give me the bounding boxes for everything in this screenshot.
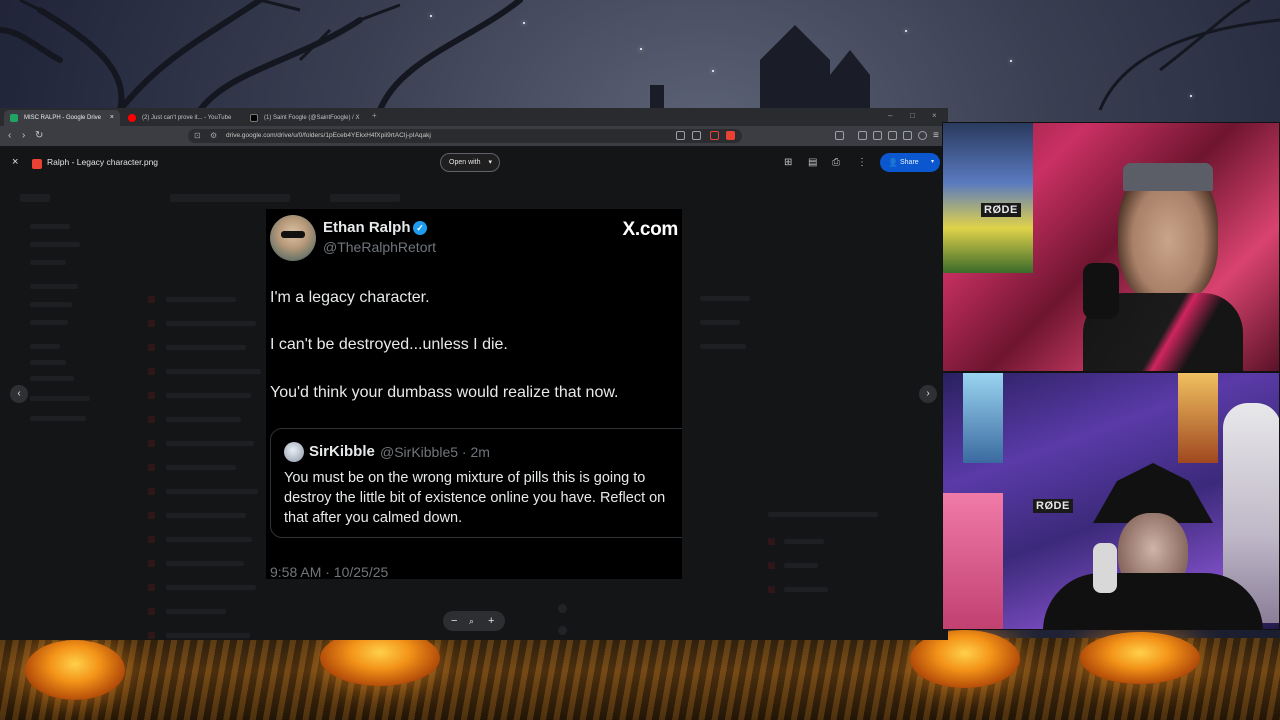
maximize-icon[interactable]: □: [910, 111, 915, 120]
star-icon: [905, 30, 907, 32]
menu-icon[interactable]: ≡: [933, 130, 939, 142]
share-label: Share: [900, 159, 919, 166]
author-avatar: [270, 215, 316, 261]
stream-scene: MISC RALPH - Google Drive × (2) Just can…: [0, 0, 1280, 720]
address-bar[interactable]: ⊡ ⚙ drive.google.com/drive/u/0/folders/1…: [188, 129, 742, 143]
chevron-down-icon: ▾: [488, 159, 492, 166]
quoted-author-name: SirKibble: [309, 443, 375, 460]
quoted-author-meta: @SirKibble5 · 2m: [380, 444, 490, 460]
share-page-icon[interactable]: [692, 131, 701, 140]
quoted-tweet-text: You must be on the wrong mixture of pill…: [284, 470, 666, 526]
bookmark-icon[interactable]: ⊡: [194, 129, 201, 143]
x-icon: [250, 114, 258, 122]
mic-brand-label: RØDE: [981, 203, 1021, 217]
open-with-button[interactable]: Open with ▾: [440, 153, 500, 172]
print-icon[interactable]: ⎙: [832, 157, 840, 169]
share-button[interactable]: 👤 Share ▾: [880, 153, 940, 172]
brave-icon[interactable]: [726, 131, 735, 140]
close-window-icon[interactable]: ×: [932, 111, 937, 120]
sidebar-icon[interactable]: [873, 131, 882, 140]
star-icon: [1010, 60, 1012, 62]
x-logo: X.com: [622, 219, 678, 240]
add-shortcut-icon[interactable]: ⊞: [784, 157, 792, 169]
open-with-label: Open with: [449, 159, 481, 166]
microphone: [1083, 263, 1119, 319]
reload-icon[interactable]: ↻: [35, 130, 43, 142]
screen-icon[interactable]: [676, 131, 685, 140]
mic-brand-label: RØDE: [1033, 499, 1073, 513]
viewer-header: × Ralph - Legacy character.png Open with…: [0, 146, 948, 180]
zoom-icon[interactable]: ⌕: [469, 611, 474, 631]
tab-google-drive[interactable]: MISC RALPH - Google Drive ×: [4, 110, 120, 126]
tab-x[interactable]: (1) Saint Foogle (@SaintFoogle) / X: [244, 110, 368, 126]
arcade-cabinet-background: [943, 123, 1033, 273]
comment-icon[interactable]: ▤: [808, 157, 817, 169]
author-name: Ethan Ralph: [323, 219, 411, 236]
viewer-file-name: Ralph - Legacy character.png: [47, 157, 159, 167]
zoom-out-button[interactable]: −: [451, 611, 457, 631]
puzzle-icon[interactable]: [903, 131, 912, 140]
browser-toolbar: ‹ › ↻ ⊡ ⚙ drive.google.com/drive/u/0/fol…: [0, 126, 948, 146]
site-info-icon[interactable]: ⚙: [210, 129, 217, 143]
youtube-icon: [128, 114, 136, 122]
streamer-torso: [1043, 573, 1263, 629]
star-icon: [712, 70, 714, 72]
tab-strip: MISC RALPH - Google Drive × (2) Just can…: [0, 108, 948, 126]
close-viewer-button[interactable]: ×: [12, 156, 18, 168]
tab-title: (2) Just can't prove it... - YouTube: [142, 115, 232, 121]
extensions-icon[interactable]: [835, 131, 844, 140]
tweet-image: Ethan Ralph ✓ @TheRalphRetort X.com I'm …: [266, 209, 682, 579]
forward-arrow-icon[interactable]: ›: [22, 130, 25, 142]
tweet-text-line: You'd think your dumbass would realize t…: [270, 384, 619, 401]
tab-title: (1) Saint Foogle (@SaintFoogle) / X: [264, 115, 360, 121]
window-decor: [1178, 373, 1218, 463]
sunglasses-icon: [281, 231, 305, 238]
drive-icon: [10, 114, 18, 122]
microphone: [1093, 543, 1117, 593]
pink-decoration: [943, 493, 1003, 629]
minimize-icon[interactable]: –: [888, 111, 892, 120]
back-arrow-icon[interactable]: ‹: [8, 130, 11, 142]
webcam-feed-2: RØDE: [942, 372, 1280, 630]
image-file-icon: [32, 159, 42, 169]
close-tab-icon[interactable]: ×: [110, 110, 114, 126]
previous-file-button[interactable]: ‹: [10, 385, 28, 403]
tab-search-icon[interactable]: [888, 131, 897, 140]
star-icon: [430, 15, 432, 17]
webcam-feed-1: RØDE: [942, 122, 1280, 372]
address-text: drive.google.com/drive/u/0/folders/1pEce…: [226, 132, 431, 139]
tab-title: MISC RALPH - Google Drive: [24, 115, 102, 121]
author-handle: @TheRalphRetort: [323, 239, 437, 255]
tweet-text-line: I'm a legacy character.: [270, 289, 430, 306]
chevron-down-icon: ▾: [930, 159, 934, 165]
more-options-icon[interactable]: ⋮: [857, 157, 867, 169]
jack-o-lantern-icon: [25, 640, 125, 700]
extension-icon[interactable]: [710, 131, 719, 140]
profile-icon[interactable]: [918, 131, 927, 140]
tweet-timestamp: 9:58 AM · 10/25/25: [270, 564, 389, 579]
new-tab-button[interactable]: +: [372, 111, 377, 120]
window-decor: [963, 373, 1003, 463]
star-icon: [523, 22, 525, 24]
quoted-avatar: [284, 442, 304, 462]
music-icon[interactable]: [858, 131, 867, 140]
next-file-button[interactable]: ›: [919, 385, 937, 403]
tweet-text-line: I can't be destroyed...unless I die.: [270, 336, 508, 353]
zoom-in-button[interactable]: +: [488, 611, 494, 631]
quoted-tweet: SirKibble @SirKibble5 · 2m You must be o…: [270, 428, 682, 538]
jack-o-lantern-icon: [1080, 632, 1200, 684]
tab-youtube[interactable]: (2) Just can't prove it... - YouTube: [122, 110, 242, 126]
zoom-controls: − ⌕ +: [443, 611, 505, 631]
star-icon: [1190, 95, 1192, 97]
headband: [1123, 163, 1213, 191]
star-icon: [640, 48, 642, 50]
people-icon: 👤: [888, 158, 898, 167]
verified-badge-icon: ✓: [413, 221, 427, 235]
